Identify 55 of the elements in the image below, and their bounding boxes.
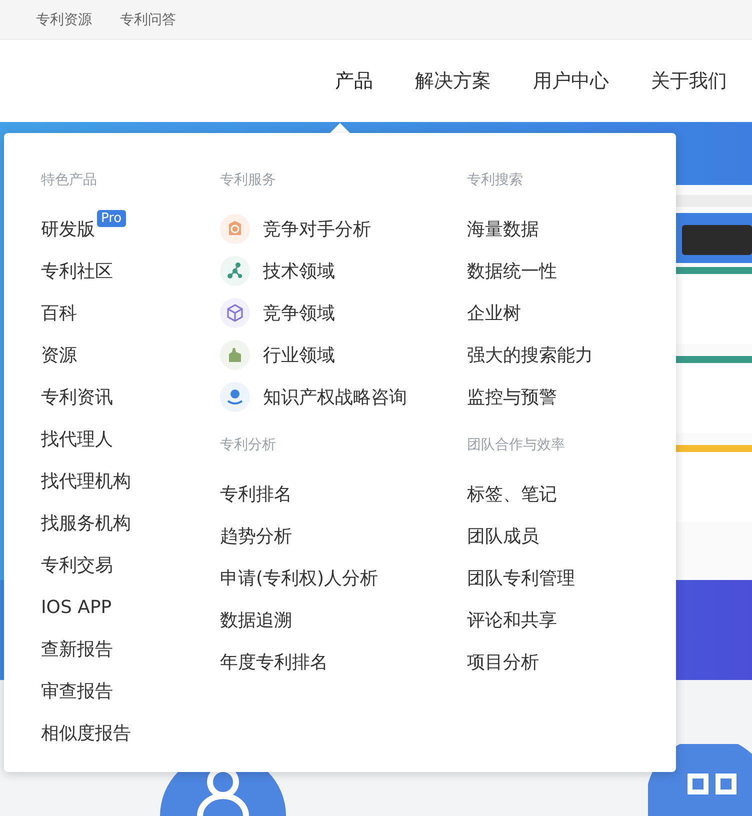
menu-item[interactable]: 相似度报告 — [41, 721, 131, 745]
nav-item[interactable]: 关于我们 — [651, 68, 727, 94]
menu-item[interactable]: 项目分析 — [467, 650, 539, 674]
pro-badge: Pro — [97, 210, 126, 227]
menu-item-label: 竞争对手分析 — [263, 218, 371, 241]
menu-item[interactable]: 企业树 — [467, 301, 521, 325]
section-heading: 专利服务 — [220, 171, 277, 190]
section-heading: 专利分析 — [220, 436, 277, 455]
menu-item[interactable]: 强大的搜索能力 — [467, 343, 593, 367]
menu-item-label: 行业领域 — [263, 344, 335, 367]
menu-item[interactable]: 专利资讯 — [41, 385, 113, 409]
nav-item[interactable]: 解决方案 — [415, 68, 491, 94]
location-pin-icon — [220, 382, 250, 412]
menu-item[interactable]: 百科 — [41, 301, 77, 325]
menu-item[interactable]: 资源 — [41, 343, 77, 367]
menu-item[interactable]: 监控与预警 — [467, 385, 557, 409]
nav-item[interactable]: 用户中心 — [533, 68, 609, 94]
menu-item-label: 竞争领域 — [263, 302, 335, 325]
network-nodes-icon — [220, 256, 250, 286]
factory-icon — [220, 340, 250, 370]
top-link[interactable]: 专利问答 — [120, 10, 176, 28]
menu-item[interactable]: 申请(专利权)人分析 — [220, 566, 378, 590]
menu-item[interactable]: 竞争领域 — [220, 292, 467, 334]
menu-item[interactable]: IOS APP — [41, 596, 112, 618]
menu-item-label: 技术领域 — [263, 260, 335, 283]
menu-item[interactable]: 找代理人 — [41, 427, 113, 451]
top-link[interactable]: 专利资源 — [36, 10, 92, 28]
menu-item[interactable]: 数据追溯 — [220, 608, 292, 632]
menu-item[interactable]: 团队成员 — [467, 524, 539, 548]
nav-item[interactable]: 产品 — [335, 68, 373, 94]
menu-item[interactable]: 海量数据 — [467, 217, 539, 241]
cube-icon — [220, 298, 250, 328]
menu-item[interactable]: 查新报告 — [41, 637, 113, 661]
menu-item[interactable]: 年度专利排名 — [220, 650, 328, 674]
menu-item[interactable]: 竞争对手分析 — [220, 208, 467, 250]
menu-item[interactable]: 审查报告 — [41, 679, 113, 703]
menu-item[interactable]: 知识产权战略咨询 — [220, 376, 467, 418]
menu-item[interactable]: 专利社区 — [41, 259, 113, 283]
menu-item-label: 知识产权战略咨询 — [263, 386, 407, 409]
menu-item[interactable]: 团队专利管理 — [467, 566, 575, 590]
menu-item[interactable]: 技术领域 — [220, 250, 467, 292]
section-heading: 专利搜索 — [467, 171, 524, 190]
section-heading: 特色产品 — [41, 171, 98, 190]
menu-item[interactable]: 专利排名 — [220, 482, 292, 506]
section-heading: 团队合作与效率 — [467, 436, 566, 455]
menu-item[interactable]: 标签、笔记 — [467, 482, 557, 506]
menu-item[interactable]: 趋势分析 — [220, 524, 292, 548]
menu-item[interactable]: 研发版 — [41, 217, 95, 241]
menu-item[interactable]: 行业领域 — [220, 334, 467, 376]
menu-item[interactable]: 评论和共享 — [467, 608, 557, 632]
hexagon-badge-icon — [220, 214, 250, 244]
menu-item[interactable]: 找服务机构 — [41, 511, 131, 535]
menu-item[interactable]: 专利交易 — [41, 553, 113, 577]
menu-item[interactable]: 找代理机构 — [41, 469, 131, 493]
menu-item[interactable]: 数据统一性 — [467, 259, 557, 283]
